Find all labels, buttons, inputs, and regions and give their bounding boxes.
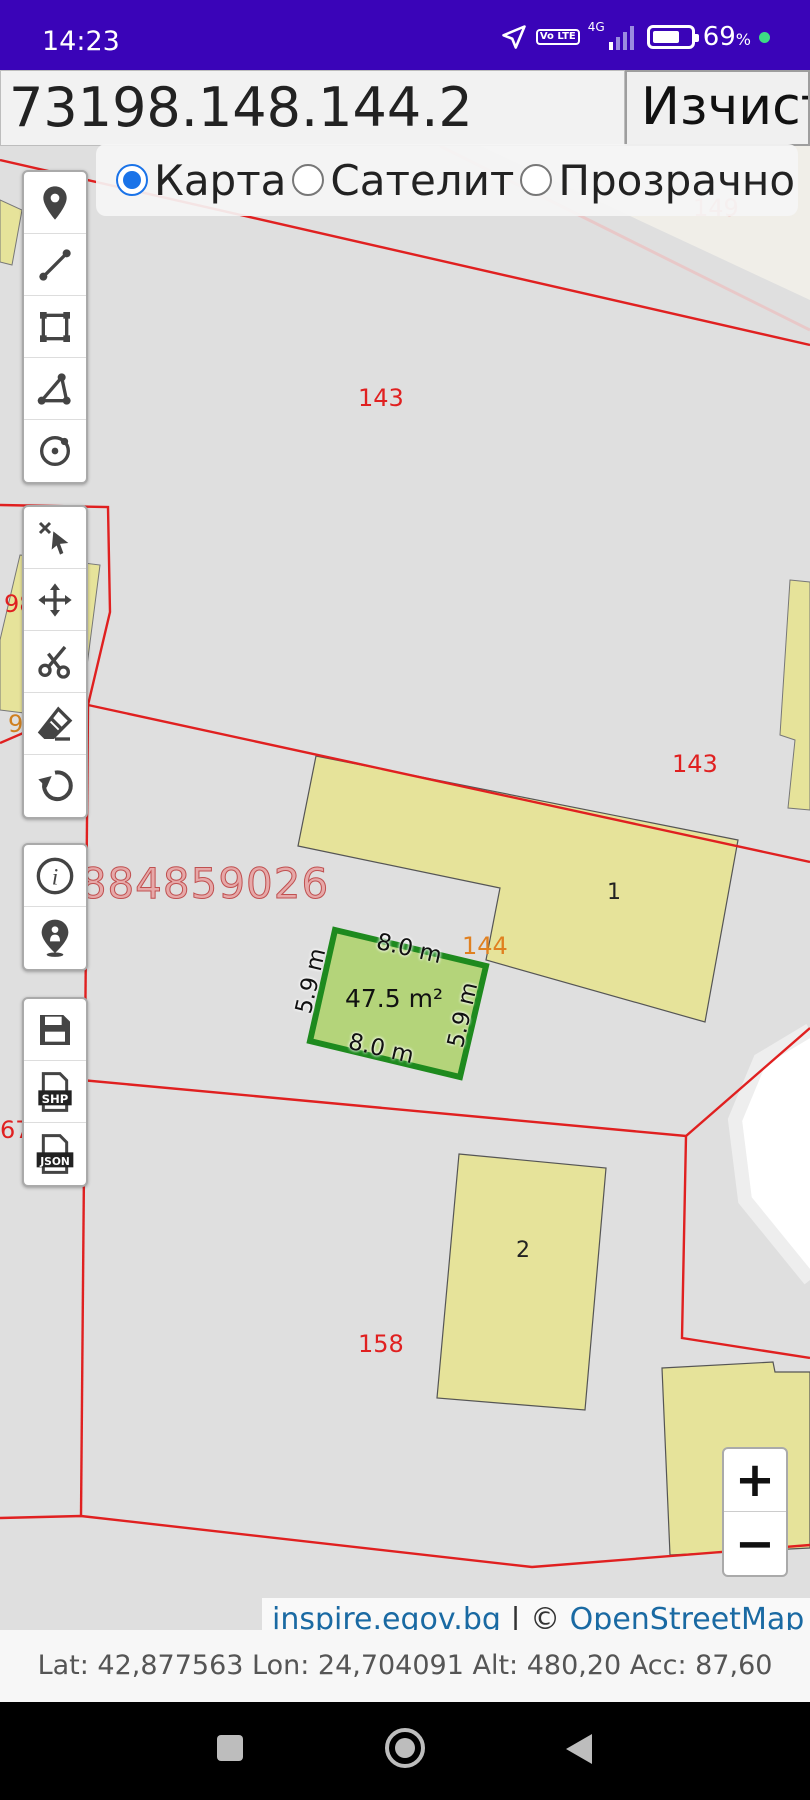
building-label: 1 (607, 880, 621, 905)
status-bar: 14:23 Vo LTE 4G 69% (0, 0, 810, 70)
radio-transparent[interactable] (520, 164, 553, 196)
building-2 (436, 1153, 607, 1411)
svg-text:SHP: SHP (42, 1091, 69, 1105)
save-button[interactable] (24, 999, 86, 1061)
measure-area-label: 47.5 m² (345, 984, 443, 1013)
zoom-control: + − (722, 1447, 788, 1577)
info-toolbar: i (22, 843, 88, 971)
back-button[interactable] (562, 1732, 596, 1770)
info-tool-button[interactable]: i (24, 845, 86, 907)
cut-icon (38, 645, 70, 679)
map-attribution: inspire.egov.bg | © OpenStreetMap (262, 1598, 810, 1630)
edit-toolbar (22, 505, 88, 819)
draw-toolbar (22, 170, 88, 484)
radio-map[interactable] (116, 164, 148, 196)
layer-selector: Карта Сателит Прозрачно (96, 144, 798, 216)
erase-tool-button[interactable] (24, 693, 86, 755)
osm-link[interactable]: OpenStreetMap (570, 1602, 805, 1630)
undo-tool-button[interactable] (24, 755, 86, 817)
save-icon (40, 1014, 70, 1045)
polygon-icon (37, 372, 71, 405)
watermark-phone: 0884859026 (51, 859, 330, 909)
person-location-icon (41, 919, 69, 957)
cut-tool-button[interactable] (24, 631, 86, 693)
inspire-link[interactable]: inspire.egov.bg (272, 1602, 501, 1630)
radio-satellite[interactable] (292, 164, 325, 196)
rectangle-tool-button[interactable] (24, 296, 86, 358)
green-dot-icon (759, 31, 770, 43)
eraser-icon (37, 705, 73, 741)
recent-apps-button[interactable] (214, 1732, 246, 1768)
json-icon: JSON (36, 1134, 74, 1174)
map-canvas[interactable]: 149 143 143 98 9 144 67 158 1 2 08848590… (0, 146, 810, 1630)
parcel-label: 9 (8, 710, 24, 738)
battery-icon (646, 25, 699, 49)
signal-icon: 4G (587, 20, 639, 50)
layer-option-satellite[interactable]: Сателит (292, 156, 514, 205)
building (0, 199, 23, 266)
building-label: 2 (516, 1238, 530, 1263)
layer-option-transparent[interactable]: Прозрачно (520, 156, 795, 205)
home-button[interactable] (383, 1726, 427, 1774)
marker-tool-button[interactable] (24, 172, 86, 234)
zoom-in-button[interactable]: + (724, 1449, 786, 1512)
svg-text:JSON: JSON (39, 1155, 70, 1168)
shp-icon: SHP (38, 1071, 72, 1112)
export-shp-button[interactable]: SHP (24, 1061, 86, 1123)
cadastral-id-input[interactable]: 73198.148.144.2 (0, 70, 625, 146)
select-tool-button[interactable] (24, 507, 86, 569)
back-triangle-icon (566, 1734, 592, 1764)
square-icon (217, 1735, 243, 1761)
layer-option-map[interactable]: Карта (116, 156, 286, 205)
line-icon (39, 248, 71, 281)
battery-level: 69% (702, 22, 751, 52)
export-json-button[interactable]: JSON (24, 1123, 86, 1185)
parcel-label: 158 (358, 1330, 404, 1358)
my-location-button[interactable] (24, 907, 86, 969)
volte-icon: Vo LTE (535, 29, 580, 45)
move-icon (38, 582, 72, 617)
circle-tool-button[interactable] (24, 420, 86, 482)
parcel-label: 143 (358, 384, 404, 412)
parcel-label: 144 (462, 932, 508, 960)
move-tool-button[interactable] (24, 569, 86, 631)
status-icons: Vo LTE 4G 69% (500, 20, 770, 52)
marker-icon (43, 185, 67, 220)
export-toolbar: SHP JSON (22, 997, 88, 1187)
info-icon: i (36, 857, 74, 894)
gps-readout: Lat: 42,877563 Lon: 24,704091 Alt: 480,2… (0, 1630, 810, 1702)
parcel-label: 143 (672, 750, 718, 778)
select-icon (38, 521, 69, 555)
zoom-out-button[interactable]: − (724, 1512, 786, 1575)
circle-icon (40, 436, 70, 466)
network-type: 4G (587, 20, 605, 34)
status-time: 14:23 (42, 26, 120, 57)
clear-button[interactable]: Изчист (625, 70, 810, 146)
location-arrow-icon (500, 23, 528, 51)
line-tool-button[interactable] (24, 234, 86, 296)
home-circle-icon (385, 1728, 425, 1768)
rectangle-icon (40, 311, 70, 342)
svg-text:i: i (52, 864, 58, 890)
polygon-tool-button[interactable] (24, 358, 86, 420)
undo-icon (38, 770, 73, 802)
system-nav-bar (0, 1702, 810, 1800)
building (779, 579, 810, 811)
